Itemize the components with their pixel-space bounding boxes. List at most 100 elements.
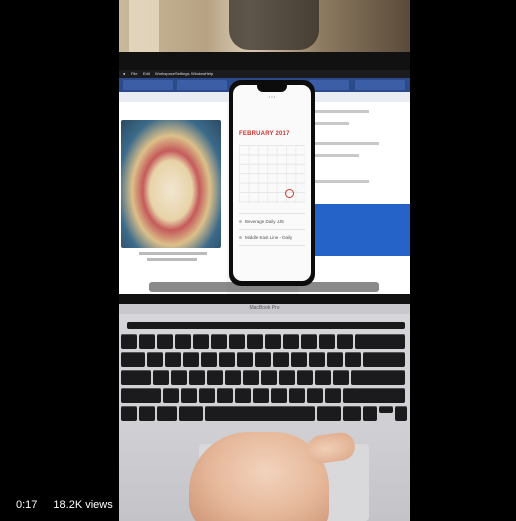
arrow-key xyxy=(395,406,407,421)
key xyxy=(315,370,331,385)
video-player[interactable]: ● File Edit Workspace Settings Window He… xyxy=(0,0,516,521)
mac-menubar: ● File Edit Workspace Settings Window He… xyxy=(119,70,410,78)
key xyxy=(337,334,353,349)
key xyxy=(219,352,235,367)
key xyxy=(175,334,191,349)
key xyxy=(183,352,199,367)
key xyxy=(201,352,217,367)
blue-banner xyxy=(299,204,410,256)
key xyxy=(199,388,215,403)
photo-caption xyxy=(147,258,197,261)
video-view-count: 18.2K views xyxy=(47,495,119,515)
key xyxy=(217,388,233,403)
calendar-event[interactable]: Middle East Line - Daily xyxy=(239,235,292,240)
room-shadow xyxy=(229,0,319,50)
key xyxy=(121,352,145,367)
video-frame[interactable]: ● File Edit Workspace Settings Window He… xyxy=(119,0,410,521)
key xyxy=(345,352,361,367)
key xyxy=(179,406,203,421)
key xyxy=(307,388,323,403)
key xyxy=(261,370,277,385)
recipe-page xyxy=(119,102,227,294)
key xyxy=(283,334,299,349)
menu-item: Edit xyxy=(143,71,150,76)
calendar-grid[interactable] xyxy=(239,145,305,203)
key xyxy=(147,352,163,367)
key xyxy=(289,388,305,403)
key-row xyxy=(119,370,410,387)
key xyxy=(253,388,269,403)
key xyxy=(229,334,245,349)
key-row xyxy=(119,334,410,351)
key xyxy=(189,370,205,385)
browser-tab xyxy=(177,80,227,90)
browser-tab xyxy=(123,80,173,90)
menu-item: Workspace xyxy=(155,71,175,76)
iphone: • • • FEBRUARY 2017 Beverage Daily JJE M… xyxy=(229,80,315,286)
pasta-photo xyxy=(121,120,221,248)
laptop-brand-label: MacBook Pro xyxy=(249,305,280,311)
key xyxy=(273,352,289,367)
event-title: Beverage Daily JJE xyxy=(245,219,285,224)
key xyxy=(211,334,227,349)
event-dot-icon xyxy=(239,236,242,240)
key xyxy=(309,352,325,367)
browser-tab xyxy=(355,80,405,90)
key xyxy=(343,388,405,403)
calendar-month-title: FEBRUARY 2017 xyxy=(239,131,290,137)
browser-tab xyxy=(309,80,349,90)
divider xyxy=(239,229,305,230)
key xyxy=(139,334,155,349)
key-row xyxy=(119,388,410,405)
divider xyxy=(239,245,305,246)
key xyxy=(153,370,169,385)
menu-item: Settings xyxy=(175,71,190,76)
laptop-keyboard-deck xyxy=(119,314,410,521)
key-row xyxy=(119,406,410,423)
key xyxy=(351,370,405,385)
key xyxy=(121,406,137,421)
menu-item: Window xyxy=(191,71,206,76)
key xyxy=(237,352,253,367)
key xyxy=(121,370,151,385)
apple-icon: ● xyxy=(123,71,126,76)
text-line xyxy=(309,110,369,113)
key xyxy=(181,388,197,403)
divider xyxy=(239,213,305,214)
calendar-event[interactable]: Beverage Daily JJE xyxy=(239,219,284,224)
key xyxy=(207,370,223,385)
key xyxy=(247,334,263,349)
arrow-key xyxy=(379,406,393,413)
key xyxy=(163,388,179,403)
text-line xyxy=(309,180,369,183)
key xyxy=(279,370,295,385)
key xyxy=(157,406,177,421)
key xyxy=(121,388,161,403)
video-controls: 0:17 18.2K views xyxy=(10,495,119,515)
video-timestamp: 0:17 xyxy=(10,495,44,515)
key xyxy=(291,352,307,367)
key-row xyxy=(119,352,410,369)
key xyxy=(333,370,349,385)
menu-item: File xyxy=(131,71,138,76)
text-line xyxy=(309,154,359,157)
key xyxy=(325,388,341,403)
key xyxy=(121,334,137,349)
key xyxy=(327,352,343,367)
key xyxy=(363,352,405,367)
phone-notch xyxy=(257,85,287,92)
event-dot-icon xyxy=(239,220,242,224)
arrow-key xyxy=(363,406,377,421)
photo-caption xyxy=(139,252,207,255)
key xyxy=(297,370,313,385)
key xyxy=(355,334,405,349)
key xyxy=(171,370,187,385)
key xyxy=(265,334,281,349)
key xyxy=(317,406,341,421)
calendar-today-marker[interactable] xyxy=(285,189,294,198)
touch-bar xyxy=(127,322,405,329)
phone-screen: • • • FEBRUARY 2017 Beverage Daily JJE M… xyxy=(233,85,311,281)
event-title: Middle East Line - Daily xyxy=(245,235,293,240)
text-line xyxy=(309,142,379,145)
key xyxy=(165,352,181,367)
